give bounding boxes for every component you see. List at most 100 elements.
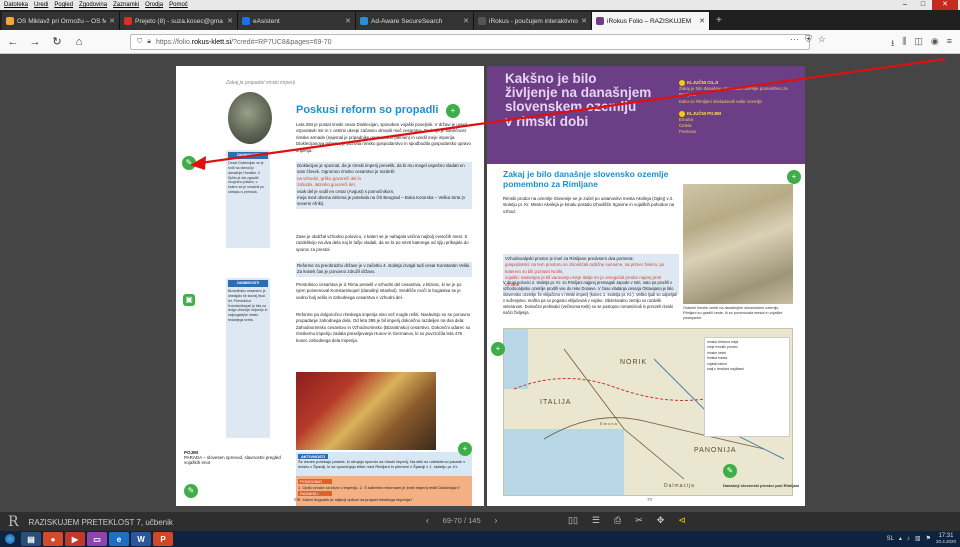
system-tray: SL ▴ ♪ ▥ ⚑ 17:31 20.4.2020 [887, 533, 956, 545]
firefox-icon[interactable]: ● [43, 532, 63, 546]
flag-icon[interactable]: ⚑ [926, 535, 931, 542]
bullet-icon [679, 110, 685, 117]
close-tab-icon[interactable]: ✕ [345, 17, 351, 25]
bookmark-star-icon[interactable]: ☆ [818, 34, 826, 45]
tools-icon[interactable]: ✂ [635, 515, 643, 526]
move-icon[interactable]: ✥ [657, 515, 665, 526]
word-icon[interactable]: W [131, 532, 151, 546]
rokus-logo-icon: R [8, 514, 19, 530]
map-label: Emona [600, 421, 618, 426]
tray-arrow-icon[interactable]: ▴ [899, 535, 902, 542]
tab-os-miklavz[interactable]: OŠ Miklavž pri Ormožu – OŠ M ✕ [2, 12, 120, 30]
close-tab-icon[interactable]: ✕ [581, 17, 587, 25]
language-indicator[interactable]: SL [887, 536, 894, 542]
prev-page-button[interactable]: ‹ [426, 516, 429, 525]
media-player-icon[interactable]: ▶ [65, 532, 85, 546]
tab-adaware[interactable]: Ad-Aware SecureSearch ✕ [356, 12, 474, 30]
forward-icon[interactable]: → [28, 36, 42, 48]
minimize-icon[interactable]: – [896, 0, 914, 10]
page-number: 69 [294, 497, 300, 502]
paragraph: Prestolnico cesarstva je iz Rima preseli… [296, 282, 462, 300]
close-tab-icon[interactable]: ✕ [699, 17, 705, 25]
pencil-icon-bottom[interactable]: ✎ [184, 484, 198, 498]
spread-view-icon[interactable]: ▯▯ [568, 515, 578, 526]
tab-irokus[interactable]: iRokus - poučujem interaktivno ✕ [474, 12, 592, 30]
menu-zaznamki[interactable]: Zaznamki [113, 2, 139, 8]
volume-icon[interactable]: ♪ [907, 536, 910, 542]
menu-orodja[interactable]: Orodja [145, 2, 163, 8]
next-page-button[interactable]: › [495, 516, 498, 525]
home-icon[interactable]: ⌂ [72, 36, 86, 48]
url-text: https://folio.rokus-klett.si/?credit=RP7… [155, 38, 332, 46]
tab-label: iRokus Folio – RAZISKUJEM [607, 17, 692, 25]
menu-pomoc[interactable]: Pomoč [169, 2, 188, 8]
tab-gmail[interactable]: Prejeto (8) - suza.kosec@gma ✕ [120, 12, 238, 30]
add-icon[interactable]: + [446, 104, 460, 118]
folio-favicon-icon [596, 17, 604, 25]
windows-logo-icon [5, 534, 15, 544]
maximize-icon[interactable]: □ [914, 0, 932, 10]
tab-easistent[interactable]: eAsistent ✕ [238, 12, 356, 30]
print-icon[interactable]: ⎙ [614, 515, 621, 526]
add-icon-map[interactable]: + [491, 342, 505, 356]
close-tab-icon[interactable]: ✕ [463, 17, 469, 25]
info-box-top: ZANIMIVOSTI Cesar Dioklecijan se je rodi… [226, 150, 270, 248]
image-icon[interactable]: ▣ [183, 294, 195, 306]
questions-label: PONOVIMO [298, 479, 332, 484]
menu-pogled[interactable]: Pogled [54, 2, 73, 8]
clock[interactable]: 17:31 20.4.2020 [936, 533, 956, 545]
book-page-left: Zakaj je propadel rimski imperij ZANIMIV… [176, 66, 484, 506]
toolbar-icons: ⭳ ⫼ ◫ ◉ ≡ [891, 36, 952, 52]
questions-box: PONOVIMO 1. Opiši vzroke za krizo v impe… [296, 476, 472, 506]
monitor-icon[interactable]: ▭ [87, 532, 107, 546]
menu-zgodovina[interactable]: Zgodovina [79, 2, 107, 8]
close-tab-icon[interactable]: ✕ [109, 17, 115, 25]
close-tab-icon[interactable]: ✕ [227, 17, 233, 25]
section-title: Zakaj je bilo današnje slovensko ozemlje… [503, 169, 669, 189]
reflect-text: 3. Kateri dogodek je najbolj vplival na … [298, 497, 413, 502]
legend-item: kraji s rimskimi najdbami [707, 367, 744, 372]
easistent-favicon-icon [242, 17, 250, 25]
menu-uredi[interactable]: Uredi [34, 2, 48, 8]
internet-explorer-icon[interactable]: e [109, 532, 129, 546]
fullscreen-icon[interactable]: ⊲ [678, 515, 686, 526]
pocket-icon[interactable]: ⛨ [805, 34, 812, 45]
downloads-icon[interactable]: ⭳ [891, 36, 894, 52]
page-actions-icon[interactable]: ··· [790, 34, 799, 45]
list-item: gospodarski: na tem prostoru so izkorišč… [505, 262, 665, 274]
menu-datoteka[interactable]: Datoteka [4, 2, 28, 8]
page-counter: 69-70 / 145 [442, 516, 481, 525]
window-controls: – □ ✕ [896, 0, 958, 10]
explorer-icon[interactable]: ▤ [21, 532, 41, 546]
start-button[interactable] [0, 531, 20, 547]
close-window-icon[interactable]: ✕ [932, 0, 958, 10]
add-icon[interactable]: + [787, 170, 801, 184]
sidebar-icon[interactable]: ◫ [914, 36, 923, 52]
info-box-title: ZANIMIVOSTI [228, 280, 268, 287]
viewer-tools: ▯▯ ☰ ⎙ ✂ ✥ ⊲ [568, 515, 686, 526]
library-icon[interactable]: ⫼ [902, 36, 906, 52]
address-bar[interactable]: ⛉ 🔒︎ https://folio.rokus-klett.si/?credi… [130, 34, 810, 50]
map-legend: rimska državna meja meje rimskih provinc… [704, 337, 790, 437]
coin-image [228, 92, 272, 144]
new-tab-icon[interactable]: + [710, 12, 728, 30]
pencil-icon[interactable]: ✎ [723, 464, 737, 478]
chapter-title-line: v rimski dobi [505, 113, 589, 129]
back-icon[interactable]: ← [6, 36, 20, 48]
network-icon[interactable]: ▥ [915, 535, 921, 542]
pencil-icon[interactable]: ✎ [182, 156, 196, 170]
tab-irokus-folio[interactable]: iRokus Folio – RAZISKUJEM ✕ [592, 12, 710, 30]
powerpoint-icon[interactable]: P [153, 532, 173, 546]
goal-item: Kako so Rimljani obvladovali naše ozemlj… [679, 98, 762, 104]
roman-road-photo [683, 184, 793, 304]
list-icon[interactable]: ☰ [592, 515, 600, 526]
add-icon-photo[interactable]: + [458, 442, 472, 456]
chapter-title: Kakšno je bilo življenje na današnjem sl… [505, 71, 675, 129]
reload-icon[interactable]: ↻ [50, 35, 64, 48]
account-icon[interactable]: ◉ [931, 36, 939, 52]
paragraph: Reforme pa dolgoročno rimskega imperija … [296, 312, 471, 343]
glossary-text: PARADA – slovesen sprevod, slavnostni pr… [184, 455, 281, 465]
menu-icon[interactable]: ≡ [947, 36, 952, 52]
paragraph: Rimski prodor na ozemlje Slovenije se je… [503, 196, 675, 214]
tab-label: OŠ Miklavž pri Ormožu – OŠ M [17, 17, 107, 25]
